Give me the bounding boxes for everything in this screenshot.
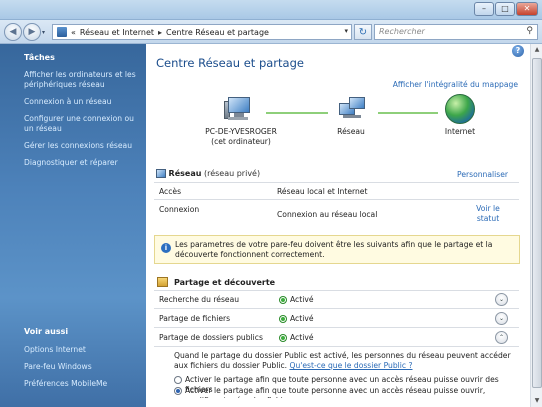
firewall-warning-text: Les parametres de votre pare-feu doivent… [175, 240, 493, 259]
sidebar-item-connect[interactable]: Connexion à un réseau [24, 97, 136, 107]
sidebar-item-setup-connection[interactable]: Configurer une connexion ou un réseau [24, 114, 136, 134]
network-section-icon [156, 169, 166, 178]
expand-chevron-icon[interactable]: ⌄ [495, 312, 508, 325]
sharing-row-label: Recherche du réseau [159, 295, 240, 304]
network-node-label: Réseau [337, 127, 365, 136]
network-icon [57, 27, 67, 37]
sidebar-item-diagnose[interactable]: Diagnostiquer et réparer [24, 158, 136, 168]
connection-value: Connexion au réseau local [277, 210, 378, 219]
maximize-button[interactable]: □ [495, 2, 515, 16]
connection-label: Connexion [159, 205, 200, 214]
radio-button-selected[interactable] [174, 387, 182, 395]
breadcrumb-overflow[interactable]: « [71, 28, 76, 37]
search-input[interactable]: Rechercher ⚲ [374, 24, 538, 40]
sharing-title: Partage et découverte [174, 278, 276, 287]
title-bar: – □ ✕ [0, 0, 542, 20]
divider [154, 327, 519, 328]
breadcrumb-network-internet[interactable]: Réseau et Internet [80, 28, 154, 37]
sidebar-item-view-computers[interactable]: Afficher les ordinateurs et les périphér… [24, 70, 136, 90]
vertical-scrollbar[interactable]: ▲ ▼ [530, 44, 542, 407]
active-status-icon [280, 335, 286, 341]
connection-line [378, 112, 438, 114]
forward-button[interactable]: ▶ [23, 23, 41, 41]
view-full-map-link[interactable]: Afficher l'intégralité du mappage [393, 80, 518, 89]
collapse-chevron-icon[interactable]: ⌃ [495, 331, 508, 344]
address-toolbar: ◀ ▶ ▾ « Réseau et Internet ▸ Centre Rése… [0, 20, 542, 44]
public-folder-detail: Quand le partage du dossier Public est a… [174, 351, 514, 371]
breadcrumb-separator-icon[interactable]: ▸ [158, 28, 162, 37]
breadcrumb-network-center[interactable]: Centre Réseau et partage [166, 28, 269, 37]
network-type: (réseau privé) [203, 169, 261, 178]
expand-chevron-icon[interactable]: ⌄ [495, 293, 508, 306]
address-dropdown-icon[interactable]: ▾ [344, 27, 348, 35]
sharing-row-label: Partage de fichiers [159, 314, 231, 323]
see-also-header: Voir aussi [24, 327, 69, 336]
divider [154, 199, 519, 200]
computer-sub-label: (cet ordinateur) [211, 137, 271, 146]
page-title: Centre Réseau et partage [156, 56, 304, 70]
search-icon[interactable]: ⚲ [526, 26, 533, 36]
info-icon: i [161, 243, 171, 253]
search-placeholder: Rechercher [379, 27, 425, 36]
tasks-header: Tâches [24, 53, 55, 62]
sharing-row-status: Activé [290, 333, 314, 342]
sidebar-item-internet-options[interactable]: Options Internet [24, 345, 136, 355]
view-status-link[interactable]: Voir le statut [470, 204, 506, 224]
sharing-row-label: Partage de dossiers publics [159, 333, 263, 342]
access-value: Réseau local et Internet [277, 187, 368, 196]
divider [154, 346, 519, 347]
public-sharing-option-label: Activer le partage afin que toute person… [185, 386, 486, 398]
scroll-up-icon[interactable]: ▲ [532, 45, 542, 55]
network-section-header: Réseau (réseau privé) [156, 169, 260, 178]
divider [154, 182, 519, 183]
back-button[interactable]: ◀ [4, 23, 22, 41]
close-button[interactable]: ✕ [516, 2, 538, 16]
minimize-button[interactable]: – [474, 2, 494, 16]
sidebar-item-mobileme[interactable]: Préférences MobileMe [24, 379, 136, 389]
sidebar: Tâches Afficher les ordinateurs et les p… [0, 44, 146, 407]
sharing-section-header: Partage et découverte [174, 278, 275, 287]
active-status-icon [280, 297, 286, 303]
sidebar-item-manage-connections[interactable]: Gérer les connexions réseau [24, 141, 136, 151]
divider [154, 308, 519, 309]
recent-pages-dropdown-icon[interactable]: ▾ [42, 29, 45, 36]
public-folder-help-link[interactable]: Qu'est-ce que le dossier Public ? [289, 361, 412, 370]
scrollbar-thumb[interactable] [532, 58, 542, 388]
active-status-icon [280, 316, 286, 322]
main-content: ? Centre Réseau et partage Afficher l'in… [146, 44, 530, 407]
refresh-button[interactable]: ↻ [354, 24, 372, 40]
sharing-icon [157, 277, 168, 287]
computer-name-label: PC-DE-YVESROGER [205, 127, 277, 136]
scroll-down-icon[interactable]: ▼ [532, 396, 542, 406]
customize-link[interactable]: Personnaliser [457, 170, 508, 179]
access-label: Accès [159, 187, 182, 196]
network-devices-icon [339, 97, 367, 123]
internet-globe-icon [445, 94, 475, 124]
address-bar[interactable]: « Réseau et Internet ▸ Centre Réseau et … [52, 24, 352, 40]
window-controls: – □ ✕ [474, 2, 538, 16]
connection-line [266, 112, 328, 114]
public-sharing-option-modify[interactable]: Activer le partage afin que toute person… [174, 386, 514, 398]
radio-button[interactable] [174, 376, 182, 384]
internet-node-label: Internet [444, 127, 476, 136]
help-icon[interactable]: ? [512, 45, 524, 57]
network-name: Réseau [168, 169, 202, 178]
firewall-warning: i Les parametres de votre pare-feu doive… [154, 235, 520, 264]
sidebar-item-firewall[interactable]: Pare-feu Windows [24, 362, 136, 372]
sharing-row-status: Activé [290, 295, 314, 304]
computer-icon [224, 97, 252, 121]
divider [154, 290, 519, 291]
sharing-row-status: Activé [290, 314, 314, 323]
